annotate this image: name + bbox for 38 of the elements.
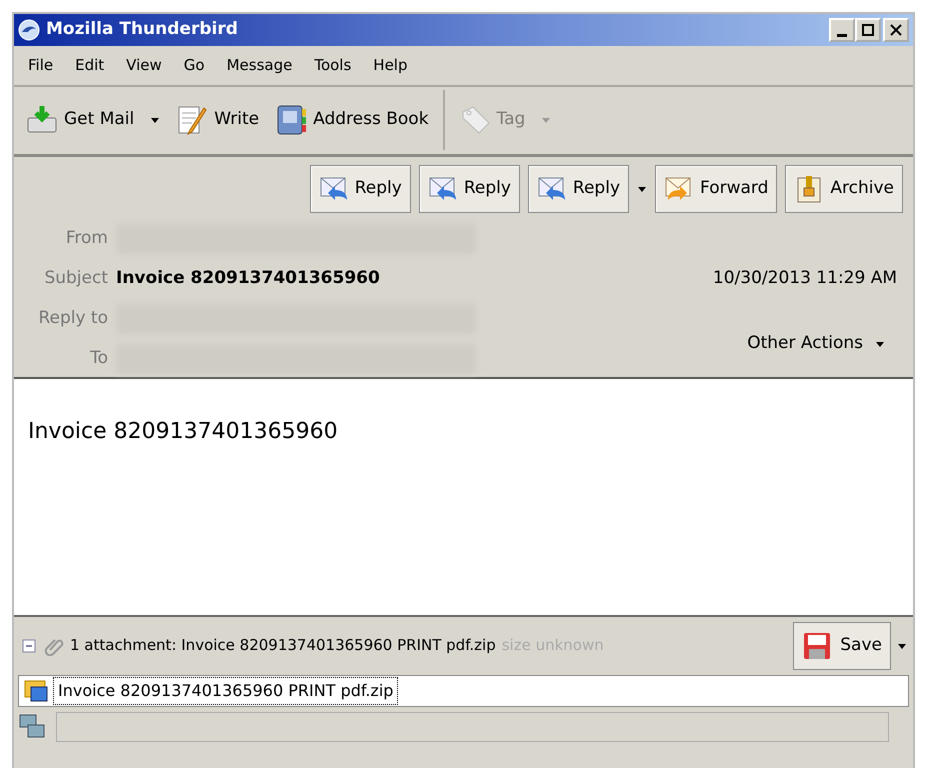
file-icon xyxy=(23,678,49,702)
attachment-summary: 1 attachment: Invoice 8209137401365960 PRINT pdf.zip xyxy=(70,635,496,656)
toolbar-button[interactable]: Address Book xyxy=(273,102,431,138)
window-title: Mozilla Thunderbird xyxy=(46,18,239,42)
message-button[interactable]: Archive xyxy=(785,164,903,212)
toolbar-button[interactable]: Get Mail xyxy=(24,102,162,138)
date-text: 10/30/2013 11:29 AM xyxy=(712,266,897,290)
toolbar-button[interactable]: Write xyxy=(174,102,262,138)
collapse-toggle[interactable] xyxy=(20,636,38,654)
minimize-button[interactable] xyxy=(829,18,855,42)
close-icon xyxy=(889,23,903,37)
message-button[interactable]: Reply xyxy=(528,164,630,212)
notepad-icon xyxy=(176,104,208,136)
message-button[interactable]: Reply xyxy=(418,164,520,212)
subject-text: Invoice 8209137401365960 xyxy=(116,266,381,290)
header-label: Reply to xyxy=(37,306,108,330)
menu-item[interactable]: View xyxy=(122,54,166,76)
message-body-text: Invoice 8209137401365960 xyxy=(28,418,338,444)
maximize-button[interactable] xyxy=(855,18,881,42)
menu-item[interactable]: Go xyxy=(180,54,209,76)
menu-item[interactable]: Message xyxy=(222,54,296,76)
save-button[interactable]: Save xyxy=(793,622,891,670)
message-button[interactable]: Reply xyxy=(310,164,411,212)
menu-item[interactable]: File xyxy=(24,54,58,76)
menu-item[interactable]: Edit xyxy=(71,54,108,76)
book-icon xyxy=(275,104,308,136)
menu-item[interactable]: Help xyxy=(369,54,412,76)
thunderbird-logo-icon xyxy=(18,19,40,41)
header-label: Subject xyxy=(43,266,108,290)
header-label: From xyxy=(64,226,108,250)
menu-item[interactable]: Tools xyxy=(310,54,356,76)
attachment-item[interactable]: Invoice 8209137401365960 PRINT pdf.zip xyxy=(53,676,398,704)
minimize-icon xyxy=(837,34,847,37)
close-button[interactable] xyxy=(883,18,909,42)
message-button[interactable]: Forward xyxy=(655,164,778,212)
header-label: To xyxy=(89,346,108,370)
maximize-icon xyxy=(861,23,875,37)
other-actions-button[interactable]: Other Actions xyxy=(745,328,887,358)
